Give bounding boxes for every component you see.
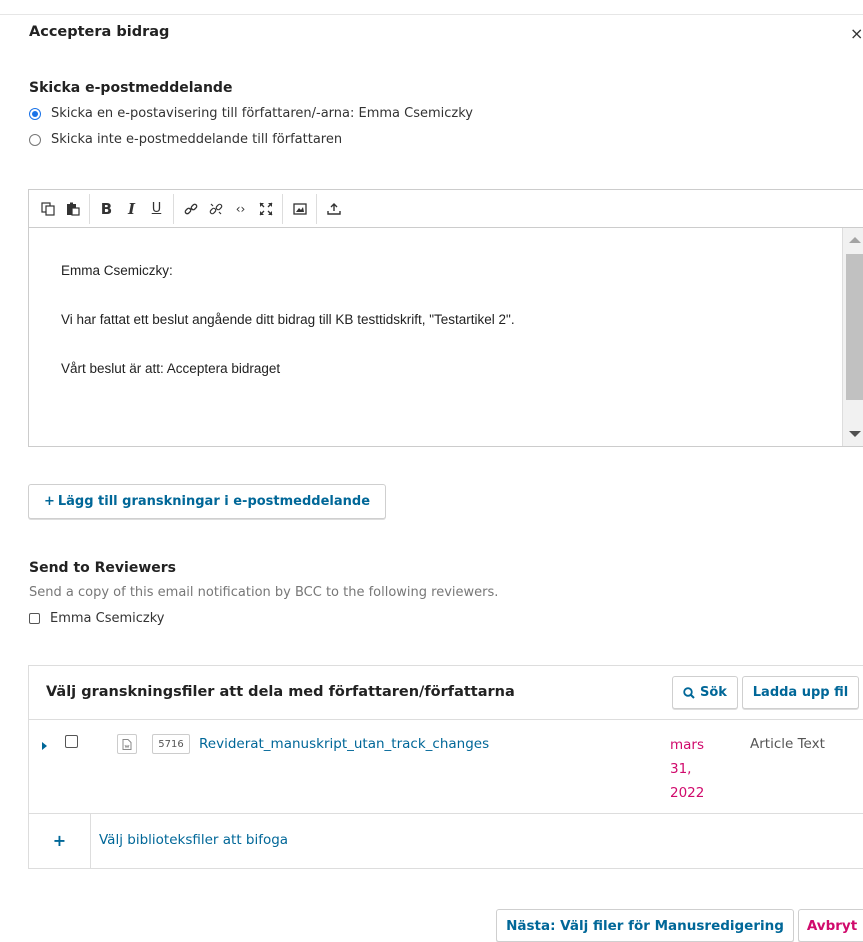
- document-icon: [117, 734, 137, 754]
- radio-option-send-email[interactable]: Skicka en e-postavisering till författar…: [29, 106, 473, 121]
- upload-file-button[interactable]: Ladda upp fil: [742, 676, 859, 709]
- radio-button[interactable]: [29, 133, 41, 146]
- scroll-down-arrow-icon[interactable]: [849, 431, 861, 437]
- upload-icon[interactable]: [321, 196, 346, 222]
- radio-label: Skicka inte e-postmeddelande till förfat…: [51, 132, 343, 147]
- plus-icon: +: [43, 494, 55, 509]
- file-date: mars 31, 2022: [670, 733, 720, 805]
- toolbar-separator: [282, 193, 283, 224]
- image-icon[interactable]: [287, 196, 312, 222]
- top-divider: [0, 14, 863, 15]
- library-files-row: + Välj biblioteksfiler att bifoga: [29, 813, 863, 868]
- reviewers-title: Send to Reviewers: [29, 560, 176, 576]
- library-files-link[interactable]: Välj biblioteksfiler att bifoga: [99, 832, 288, 848]
- email-section-title: Skicka e-postmeddelande: [29, 80, 233, 96]
- file-date-year: 2022: [670, 785, 705, 801]
- search-button[interactable]: Sök: [672, 676, 738, 709]
- editor-line-salutation: Emma Csemiczky:: [61, 263, 173, 278]
- radio-button-selected[interactable]: [29, 107, 41, 120]
- bold-icon[interactable]: B: [94, 196, 119, 222]
- italic-icon[interactable]: I: [119, 196, 144, 222]
- next-select-files-button[interactable]: Nästa: Välj filer för Manusredigering: [496, 909, 794, 942]
- underline-icon[interactable]: U: [144, 196, 169, 222]
- editor-toolbar: B I U ‹›: [29, 190, 863, 228]
- editor-content[interactable]: Emma Csemiczky: Vi har fattat ett beslut…: [29, 228, 842, 446]
- scroll-up-arrow-icon[interactable]: [849, 237, 861, 243]
- file-date-day: 31,: [670, 761, 692, 777]
- add-library-files-plus-icon[interactable]: +: [29, 813, 91, 868]
- email-editor[interactable]: B I U ‹› Emma Csemiczky: Vi har fattat e…: [28, 189, 863, 447]
- radio-option-no-email[interactable]: Skicka inte e-postmeddelande till förfat…: [29, 132, 342, 147]
- file-name-link[interactable]: Reviderat_manuskript_utan_track_changes: [199, 736, 489, 752]
- scrollbar-thumb[interactable]: [846, 254, 863, 400]
- add-reviews-button[interactable]: + Lägg till granskningar i e-postmeddela…: [28, 484, 386, 519]
- link-icon[interactable]: [178, 196, 203, 222]
- toolbar-separator: [316, 193, 317, 224]
- files-panel-title: Välj granskningsfiler att dela med förfa…: [46, 684, 515, 700]
- editor-scrollbar[interactable]: [842, 228, 863, 446]
- fullscreen-icon[interactable]: [253, 196, 278, 222]
- toolbar-separator: [89, 193, 90, 224]
- paste-icon[interactable]: [60, 196, 85, 222]
- editor-line-decision: Vårt beslut är att: Acceptera bidraget: [61, 361, 281, 376]
- reviewer-checkbox[interactable]: [29, 613, 40, 624]
- code-icon[interactable]: ‹›: [228, 196, 253, 222]
- editor-line-body: Vi har fattat ett beslut angående ditt b…: [61, 312, 515, 327]
- file-date-month: mars: [670, 737, 705, 753]
- file-genre: Article Text: [750, 736, 825, 752]
- search-icon: [683, 686, 695, 699]
- search-label: Sök: [700, 685, 727, 700]
- reviewers-description: Send a copy of this email notification b…: [29, 585, 499, 600]
- unlink-icon[interactable]: [203, 196, 228, 222]
- add-reviews-label: Lägg till granskningar i e-postmeddeland…: [57, 494, 371, 509]
- file-id-badge: 5716: [152, 734, 190, 754]
- modal-title: Acceptera bidrag: [29, 24, 170, 40]
- review-files-panel: Välj granskningsfiler att dela med förfa…: [28, 665, 863, 869]
- radio-label: Skicka en e-postavisering till författar…: [51, 106, 473, 121]
- copy-icon[interactable]: [35, 196, 60, 222]
- files-panel-header: Välj granskningsfiler att dela med förfa…: [29, 666, 863, 720]
- reviewer-option[interactable]: Emma Csemiczky: [29, 611, 165, 626]
- expand-arrow-icon[interactable]: [42, 742, 47, 750]
- file-checkbox[interactable]: [65, 735, 78, 748]
- reviewer-name: Emma Csemiczky: [50, 611, 165, 626]
- cancel-button[interactable]: Avbryt: [798, 909, 863, 942]
- close-icon[interactable]: ×: [850, 24, 863, 43]
- toolbar-separator: [173, 193, 174, 224]
- file-row: 5716 Reviderat_manuskript_utan_track_cha…: [29, 719, 863, 814]
